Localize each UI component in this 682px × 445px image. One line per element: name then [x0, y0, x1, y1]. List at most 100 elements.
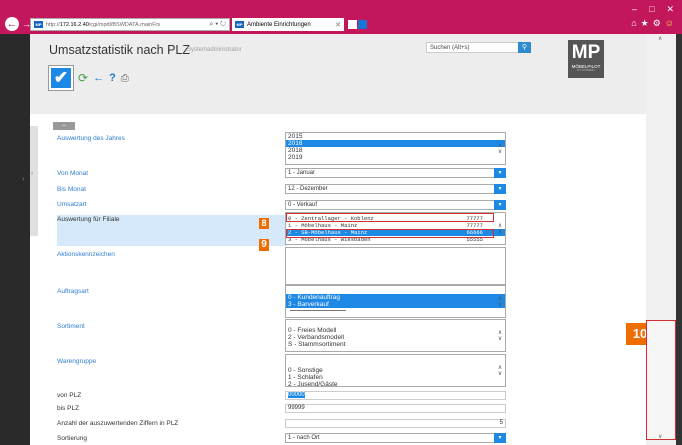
browser-back-icon[interactable]: ← [5, 17, 19, 31]
aktion-listbox[interactable] [285, 247, 506, 285]
scroll-down-icon[interactable]: ∨ [498, 302, 502, 308]
auftragsart-option-selected[interactable]: 3 - Barverkauf [286, 301, 505, 308]
warengruppe-option[interactable]: 2 - Jusend/Gäste [286, 381, 505, 388]
annotation-box-9 [286, 229, 494, 238]
help-icon[interactable]: ? [109, 72, 116, 84]
dropdown-arrow-icon[interactable]: ▾ [494, 200, 506, 210]
von-monat-label: Von Monat [57, 170, 89, 177]
warengruppe-option[interactable]: 1 - Schlafen [286, 374, 505, 381]
annotation-badge-9: 9 [259, 239, 269, 251]
jahr-listbox[interactable]: 2015 2016 2018 2019 ∧ ∨ [285, 132, 506, 165]
moebelpilot-logo: MP MÖBELPILOT BY SCHAREIN [568, 40, 604, 78]
annotation-box-8 [286, 213, 494, 222]
app-header: Umsatzstatistik nach PLZ Systemadministr… [30, 34, 676, 114]
sortiment-option[interactable]: 2 - Verbandsmodell [286, 334, 505, 341]
von-monat-select[interactable]: 1 - Januar ▾ [285, 168, 506, 178]
sortierung-select[interactable]: 1 - nach Ort ▾ [285, 433, 506, 443]
search-input[interactable]: Suchen (Alt+s) [426, 42, 526, 53]
bis-plz-value: 99999 [288, 405, 305, 411]
filiale-scroll[interactable]: ∧ ∨ [495, 213, 505, 244]
close-window-icon[interactable]: ✕ [666, 4, 674, 15]
scrollbar-up-icon[interactable]: ∧ [658, 35, 662, 42]
maximize-icon[interactable]: □ [649, 4, 654, 15]
window-controls: – □ ✕ [632, 4, 674, 15]
search-button[interactable]: ⚲ [518, 42, 531, 53]
warengruppe-option[interactable]: 0 - Sonstige [286, 367, 505, 374]
tab-title: Ambiente Einrichtungen [247, 21, 311, 28]
feedback-smiley-icon[interactable]: ☺ [665, 18, 674, 29]
dropdown-arrow-icon[interactable]: ▾ [494, 433, 506, 443]
auftragsart-label: Auftragsart [57, 288, 89, 295]
umsatzart-select[interactable]: 0 - Verkauf ▾ [285, 200, 506, 210]
scroll-down-icon[interactable]: ∨ [498, 149, 502, 155]
dropdown-arrow-icon[interactable]: ▾ [494, 168, 506, 178]
ziffern-label: Anzahl der auszuwertenden Ziffern in PLZ [57, 420, 179, 427]
scroll-down-icon[interactable]: ∨ [498, 336, 502, 342]
auftragsart-option-selected[interactable]: 0 - Kundenauftrag [286, 294, 505, 301]
minimize-icon[interactable]: – [632, 4, 637, 15]
annotation-badge-8: 8 [259, 218, 269, 229]
address-controls[interactable]: ⌕ ▾ ↻ [209, 21, 226, 29]
tab-close-icon[interactable]: ✕ [335, 21, 341, 29]
warengruppe-scroll[interactable]: ∧ ∨ [495, 355, 505, 386]
jahr-scroll[interactable]: ∧ ∨ [495, 133, 505, 164]
toolbar: ✔ ⟳ ← ? ⎙ [49, 66, 129, 90]
von-plz-label: von PLZ [57, 392, 82, 399]
browser-chrome: ← → MP http://172.16.2.40/cgi/mpdl/BSWDA… [0, 0, 682, 34]
bis-monat-label: Bis Monat [57, 186, 86, 193]
user-role: Systemadministrator [187, 47, 242, 53]
sortiment-label: Sortiment [57, 323, 85, 330]
confirm-check-icon[interactable]: ✔ [49, 66, 73, 90]
umsatzart-label: Umsatzart [57, 201, 87, 208]
warengruppe-listbox[interactable]: 0 - Sonstige 1 - Schlafen 2 - Jusend/Gäs… [285, 354, 506, 388]
warengruppe-label: Warengruppe [57, 358, 97, 365]
new-tab-button[interactable] [348, 20, 357, 29]
sortiment-option[interactable]: 0 - Freies Modell [286, 327, 505, 334]
aktion-label: Aktionskennzeichen [57, 251, 115, 258]
sortierung-label: Sortierung [57, 435, 87, 442]
extension-icon[interactable] [358, 20, 367, 29]
von-plz-value: 00000 [288, 392, 305, 398]
list-divider [290, 310, 346, 311]
side-panel-arrow-icon: › [31, 171, 33, 177]
address-bar[interactable]: MP http://172.16.2.40/cgi/mpdl/BSWDATA.m… [30, 18, 230, 31]
bis-plz-label: bis PLZ [57, 405, 80, 412]
print-icon[interactable]: ⎙ [121, 73, 129, 84]
von-monat-value: 1 - Januar [288, 170, 316, 176]
auftragsart-scroll[interactable]: ∧ ∨ [495, 286, 505, 317]
dropdown-arrow-icon[interactable]: ▾ [494, 184, 506, 194]
filiale-option[interactable]: 1 - Möbelhaus - Mainz 77777 [286, 222, 505, 229]
bis-monat-select[interactable]: 12 - Dezember ▾ [285, 184, 506, 194]
jahr-option[interactable]: 2019 [286, 154, 505, 161]
browser-tab[interactable]: MP Ambiente Einrichtungen ✕ [232, 18, 344, 31]
sortiment-option[interactable]: S - Stammsortiment [286, 341, 505, 348]
scroll-down-icon[interactable]: ∨ [498, 228, 502, 235]
jahr-option[interactable]: 2018 [286, 147, 505, 154]
site-favicon: MP [34, 21, 43, 28]
bis-monat-value: 12 - Dezember [288, 186, 328, 192]
favorites-star-icon[interactable]: ★ [641, 18, 649, 29]
settings-gear-icon[interactable]: ⚙ [653, 18, 661, 29]
page-title: Umsatzstatistik nach PLZ [49, 43, 191, 57]
back-arrow-icon[interactable]: ← [93, 72, 104, 84]
left-gutter: › [0, 34, 30, 445]
collapse-section-button[interactable]: – [53, 122, 75, 130]
browser-toolbar-icons: ⌂ ★ ⚙ ☺ [631, 18, 674, 29]
refresh-icon[interactable]: ⟳ [78, 71, 88, 85]
ziffern-value: 5 [499, 420, 503, 426]
von-plz-input[interactable]: 00000 [285, 391, 506, 400]
expand-left-icon[interactable]: › [22, 174, 25, 183]
sortiment-listbox[interactable]: 0 - Freies Modell 2 - Verbandsmodell S -… [285, 319, 506, 352]
application: Umsatzstatistik nach PLZ Systemadministr… [30, 34, 676, 445]
jahr-option-selected[interactable]: 2016 [286, 140, 505, 147]
bis-plz-input[interactable]: 99999 [285, 404, 506, 413]
address-url: http://172.16.2.40/cgi/mpdl/BSWDATA.main… [46, 21, 161, 28]
scroll-down-icon[interactable]: ∨ [498, 371, 502, 377]
jahr-label: Auswertung des Jahres [57, 135, 125, 142]
sortiment-scroll[interactable]: ∧ ∨ [495, 320, 505, 351]
home-icon[interactable]: ⌂ [631, 18, 636, 29]
ziffern-input[interactable]: 5 [285, 419, 506, 428]
side-panel-tab[interactable]: › [30, 126, 38, 236]
auftragsart-listbox[interactable]: 0 - Kundenauftrag 3 - Barverkauf ∧ ∨ [285, 285, 506, 318]
jahr-option[interactable]: 2015 [286, 133, 505, 140]
